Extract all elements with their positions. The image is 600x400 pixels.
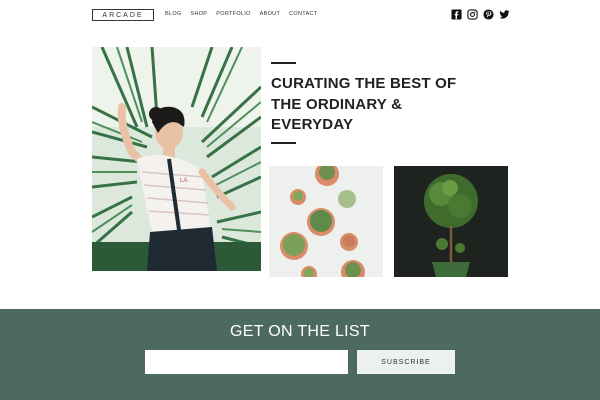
svg-text:LA: LA [180, 178, 187, 184]
newsletter-title: GET ON THE LIST [230, 323, 370, 340]
hero-photo: LA [92, 47, 261, 271]
pinterest-icon[interactable] [483, 9, 494, 20]
headline-rule-bottom [271, 142, 296, 144]
newsletter-section: GET ON THE LIST SUBSCRIBE [0, 309, 600, 400]
nav-link-about[interactable]: ABOUT [260, 11, 280, 18]
facebook-icon[interactable] [451, 9, 462, 20]
site-logo[interactable]: ARCADE [92, 9, 154, 21]
nav-link-contact[interactable]: CONTACT [289, 11, 317, 18]
nav-link-portfolio[interactable]: PORTFOLIO [216, 11, 250, 18]
nav-link-blog[interactable]: BLOG [165, 11, 181, 18]
main-nav: BLOG SHOP PORTFOLIO ABOUT CONTACT [165, 11, 317, 18]
hero-headline: CURATING THE BEST OF THE ORDINARY & EVER… [271, 75, 457, 133]
social-links [451, 9, 510, 20]
instagram-icon[interactable] [467, 9, 478, 20]
twitter-icon[interactable] [499, 9, 510, 20]
subscribe-button[interactable]: SUBSCRIBE [357, 350, 455, 374]
email-input[interactable] [145, 350, 348, 374]
topiary-photo[interactable] [394, 166, 508, 277]
nav-link-shop[interactable]: SHOP [190, 11, 207, 18]
headline-rule-top [271, 62, 296, 64]
succulents-photo[interactable] [269, 166, 383, 277]
